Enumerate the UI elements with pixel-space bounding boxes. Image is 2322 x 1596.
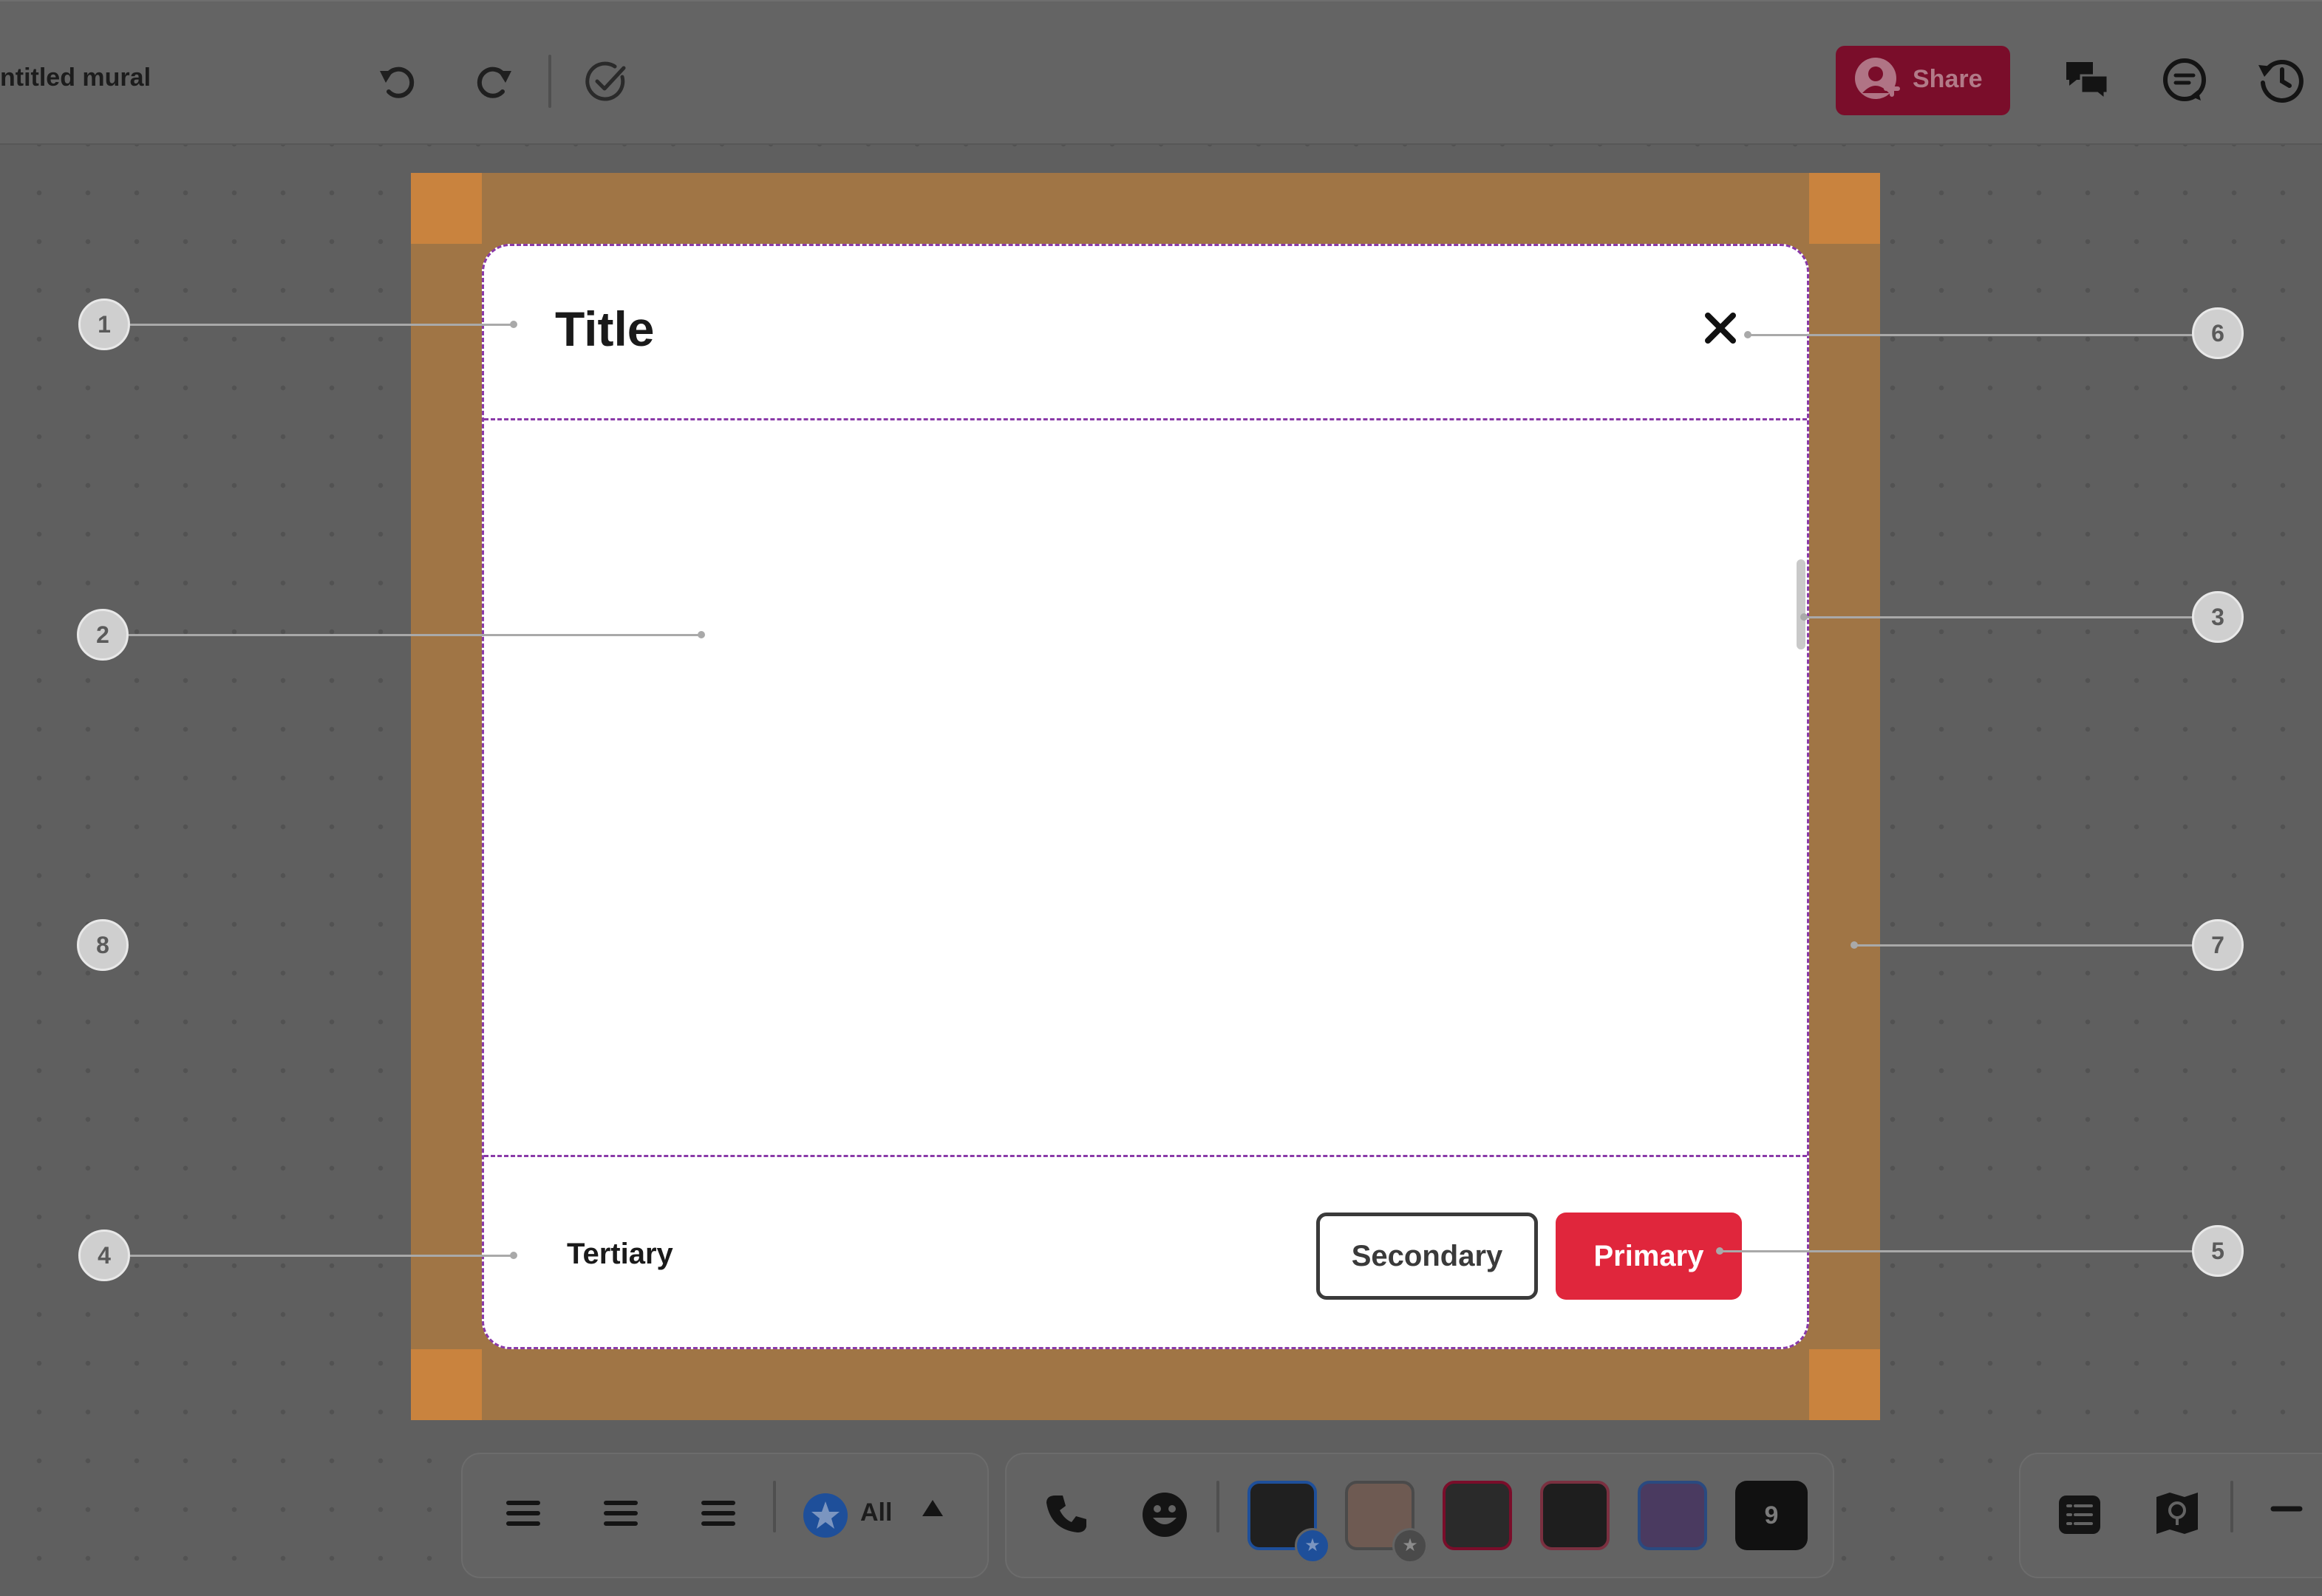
callout-line xyxy=(1853,944,2196,947)
minus-icon[interactable] xyxy=(2270,1493,2303,1525)
chat-bubbles-icon[interactable] xyxy=(2063,56,2111,103)
secondary-button[interactable]: Secondary xyxy=(1316,1213,1538,1300)
callout-badge-7: 7 xyxy=(2192,919,2244,971)
toolbar-separator xyxy=(773,1481,776,1532)
callout-line xyxy=(129,634,701,636)
avatar[interactable] xyxy=(1638,1481,1707,1550)
avatar[interactable]: ★ xyxy=(1345,1481,1428,1563)
mural-title[interactable]: ntitled mural xyxy=(0,64,151,92)
callout-dot xyxy=(1744,331,1751,338)
callout-dot xyxy=(1851,941,1858,949)
filter-all-label[interactable]: All xyxy=(860,1498,892,1527)
outline-icon[interactable] xyxy=(2056,1491,2103,1538)
callout-badge-6: 6 xyxy=(2192,307,2244,359)
toolbar-separator xyxy=(548,55,551,108)
callout-badge-3: 3 xyxy=(2192,591,2244,643)
star-badge-icon: ★ xyxy=(1392,1528,1428,1563)
avatar[interactable] xyxy=(1540,1481,1610,1550)
callout-dot xyxy=(698,631,705,638)
corner-marker xyxy=(411,1349,482,1420)
close-icon[interactable] xyxy=(1703,311,1737,345)
history-icon[interactable] xyxy=(2257,56,2304,103)
collaborator-count-badge[interactable]: 9 xyxy=(1735,1481,1808,1550)
callout-badge-1: 1 xyxy=(78,299,130,350)
avatar[interactable] xyxy=(1443,1481,1512,1550)
share-button[interactable]: Share xyxy=(1836,46,2010,115)
callout-dot xyxy=(1716,1247,1723,1255)
scrollbar-thumb[interactable] xyxy=(1797,559,1805,649)
callout-dot xyxy=(510,321,517,328)
callout-line xyxy=(1802,616,2196,618)
corner-marker xyxy=(411,173,482,244)
callout-badge-8: 8 xyxy=(77,919,129,971)
callout-badge-4: 4 xyxy=(78,1230,130,1281)
align-left-icon[interactable] xyxy=(503,1493,544,1534)
caret-up-icon[interactable] xyxy=(918,1494,947,1524)
modal-dialog: Title Tertiary Secondary Primary xyxy=(482,244,1809,1349)
callout-line xyxy=(130,1255,513,1257)
callout-dot xyxy=(510,1252,517,1259)
dialog-title: Title xyxy=(555,301,655,356)
star-icon[interactable] xyxy=(803,1493,848,1538)
star-badge-icon: ★ xyxy=(1295,1528,1330,1563)
callout-badge-5: 5 xyxy=(2192,1225,2244,1277)
check-circle-icon[interactable] xyxy=(582,58,630,105)
smiley-icon[interactable] xyxy=(1141,1491,1188,1538)
callout-badge-2: 2 xyxy=(77,609,129,661)
toolbar-separator xyxy=(2230,1481,2233,1532)
add-user-icon xyxy=(1855,58,1900,99)
corner-marker xyxy=(1809,173,1880,244)
share-label: Share xyxy=(1913,65,1983,93)
redo-icon[interactable] xyxy=(470,58,517,105)
tertiary-button[interactable]: Tertiary xyxy=(567,1238,673,1271)
header-divider xyxy=(484,418,1807,420)
top-bar: ntitled mural Share xyxy=(0,0,2322,143)
comment-icon[interactable] xyxy=(2161,56,2208,103)
callout-line xyxy=(130,324,513,326)
toolbar-separator xyxy=(1216,1481,1219,1532)
footer-divider xyxy=(484,1155,1807,1157)
primary-button[interactable]: Primary xyxy=(1556,1213,1742,1300)
phone-icon[interactable] xyxy=(1045,1493,1089,1537)
map-icon[interactable] xyxy=(2154,1490,2201,1537)
callout-line xyxy=(1719,1250,2196,1252)
align-center-icon[interactable] xyxy=(600,1493,641,1534)
avatar[interactable]: ★ xyxy=(1247,1481,1330,1563)
callout-line xyxy=(1747,334,2196,336)
callout-dot xyxy=(1800,613,1808,621)
corner-marker xyxy=(1809,1349,1880,1420)
undo-icon[interactable] xyxy=(374,58,421,105)
align-right-icon[interactable] xyxy=(698,1493,739,1534)
